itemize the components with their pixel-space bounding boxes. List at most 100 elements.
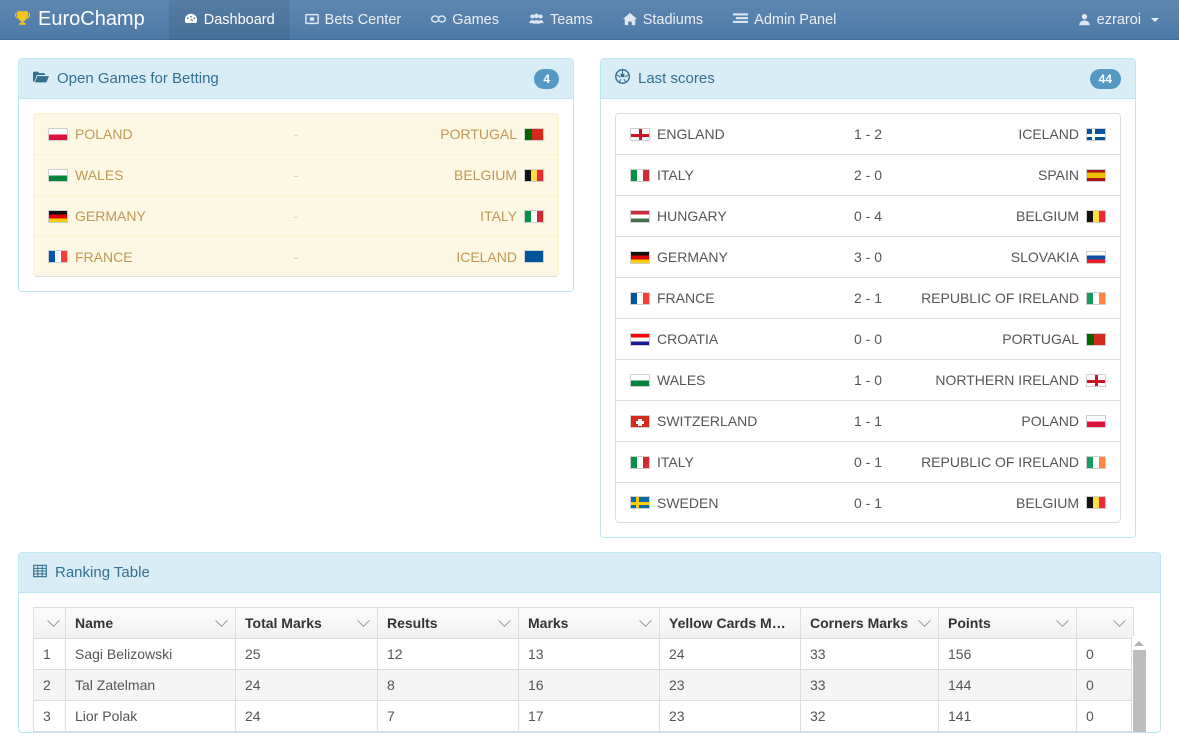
list-item[interactable]: WALES - BELGIUM <box>33 154 559 195</box>
list-item[interactable]: CROATIA 0 - 0 PORTUGAL <box>615 318 1121 359</box>
flag-icon-se <box>630 496 650 509</box>
flag-icon-be <box>1086 209 1106 223</box>
flag-icon-hu <box>630 209 650 223</box>
chevron-down-icon[interactable] <box>215 613 228 627</box>
flag-icon-pt <box>524 127 544 141</box>
away-team-label: POLAND <box>1021 413 1079 429</box>
navbar-right: ezraroi <box>1072 0 1165 40</box>
page-content: Open Games for Betting 4 POLAND - PORTUG… <box>0 40 1179 733</box>
table-row[interactable]: 1 Sagi Belizowski 25 12 13 24 33 156 0 <box>33 638 1134 670</box>
list-item[interactable]: SWEDEN 0 - 1 BELGIUM <box>615 482 1121 523</box>
list-item[interactable]: WALES 1 - 0 NORTHERN IRELAND <box>615 359 1121 400</box>
last-scores-badge: 44 <box>1089 68 1121 89</box>
list-item[interactable]: SWITZERLAND 1 - 1 POLAND <box>615 400 1121 441</box>
panel-title-label: Open Games for Betting <box>57 70 219 87</box>
chevron-down-icon[interactable] <box>47 613 60 627</box>
open-games-panel-title: Open Games for Betting <box>33 70 534 88</box>
list-item[interactable]: GERMANY 3 - 0 SLOVAKIA <box>615 236 1121 277</box>
column-header-marks[interactable]: Marks <box>518 607 660 639</box>
column-header-yellow-cards-marks[interactable]: Yellow Cards Mar... <box>659 607 801 639</box>
score-label: 2 - 0 <box>853 167 882 183</box>
cell-corners-marks: 33 <box>800 669 939 701</box>
column-header-rank[interactable] <box>33 607 66 639</box>
nav-item-games[interactable]: Games <box>416 0 514 40</box>
home-side: HUNGARY <box>630 208 823 224</box>
scroll-up-arrow-icon[interactable] <box>1134 641 1144 646</box>
column-label: Corners Marks <box>810 615 909 631</box>
flag-icon-pl <box>1086 414 1106 428</box>
home-team-label: WALES <box>657 372 706 388</box>
nav-label: Admin Panel <box>754 11 837 28</box>
table-vertical-scrollbar[interactable] <box>1131 636 1146 732</box>
column-header-corners-marks[interactable]: Corners Marks <box>800 607 939 639</box>
cell-name: Sagi Belizowski <box>65 638 236 670</box>
flag-icon-it <box>630 168 650 182</box>
table-row[interactable]: 3 Lior Polak 24 7 17 23 32 141 0 <box>33 700 1134 732</box>
away-side: ICELAND <box>913 126 1106 142</box>
home-team-label: WALES <box>75 167 124 183</box>
away-team-label: PORTUGAL <box>440 126 517 142</box>
home-team-label: ENGLAND <box>657 126 725 142</box>
folder-open-icon <box>33 70 49 88</box>
column-header-points[interactable]: Points <box>938 607 1077 639</box>
nav-item-stadiums[interactable]: Stadiums <box>608 0 718 40</box>
column-label: Points <box>948 615 991 631</box>
chevron-down-icon[interactable] <box>498 613 511 627</box>
home-side: GERMANY <box>48 208 251 224</box>
chevron-down-icon[interactable] <box>918 613 931 627</box>
cell-marks: 13 <box>518 638 660 670</box>
list-item[interactable]: FRANCE - ICELAND <box>33 236 559 277</box>
away-side: NORTHERN IRELAND <box>913 372 1106 388</box>
list-item[interactable]: HUNGARY 0 - 4 BELGIUM <box>615 195 1121 236</box>
dashboard-icon <box>184 12 198 28</box>
chevron-down-icon[interactable] <box>357 613 370 627</box>
cell-total-marks: 24 <box>235 669 378 701</box>
open-games-list: POLAND - PORTUGAL WALES - BELGIUM GERMAN… <box>33 113 559 277</box>
away-team-label: REPUBLIC OF IRELAND <box>921 454 1079 470</box>
flag-icon-de <box>48 209 68 223</box>
score-label: - <box>293 126 299 142</box>
home-side: ITALY <box>630 454 823 470</box>
flag-icon-pt <box>1086 332 1106 346</box>
home-side: FRANCE <box>630 290 823 306</box>
away-side: BELGIUM <box>341 167 544 183</box>
list-item[interactable]: ENGLAND 1 - 2 ICELAND <box>615 113 1121 154</box>
list-item[interactable]: GERMANY - ITALY <box>33 195 559 236</box>
list-item[interactable]: FRANCE 2 - 1 REPUBLIC OF IRELAND <box>615 277 1121 318</box>
away-side: REPUBLIC OF IRELAND <box>913 454 1106 470</box>
flag-icon-de <box>630 250 650 264</box>
flag-icon-be <box>1086 496 1106 509</box>
away-side: SLOVAKIA <box>913 249 1106 265</box>
nav-item-admin-panel[interactable]: Admin Panel <box>718 0 851 40</box>
home-team-label: POLAND <box>75 126 133 142</box>
column-header-total-marks[interactable]: Total Marks <box>235 607 378 639</box>
table-row[interactable]: 2 Tal Zatelman 24 8 16 23 33 144 0 <box>33 669 1134 701</box>
ranking-table-head: Name Total Marks Results Marks Yellow Ca… <box>33 607 1134 639</box>
flag-icon-it <box>630 455 650 469</box>
brand-link[interactable]: EuroChamp <box>14 8 145 31</box>
column-label: Total Marks <box>245 615 322 631</box>
flag-icon-es <box>1086 168 1106 182</box>
top-row: Open Games for Betting 4 POLAND - PORTUG… <box>0 40 1179 538</box>
chevron-down-icon[interactable] <box>1056 613 1069 627</box>
column-header-extra[interactable] <box>1076 607 1134 639</box>
table-header-row: Name Total Marks Results Marks Yellow Ca… <box>33 607 1134 639</box>
chevron-down-icon[interactable] <box>1113 613 1126 627</box>
list-item[interactable]: POLAND - PORTUGAL <box>33 113 559 154</box>
score-label: - <box>293 167 299 183</box>
score-label: 1 - 0 <box>853 372 882 388</box>
column-header-results[interactable]: Results <box>377 607 519 639</box>
nav-item-bets-center[interactable]: Bets Center <box>290 0 417 40</box>
nav-item-dashboard[interactable]: Dashboard <box>168 0 290 40</box>
chevron-down-icon[interactable] <box>639 613 652 627</box>
cell-yellow-cards-marks: 23 <box>659 700 801 732</box>
list-item[interactable]: ITALY 2 - 0 SPAIN <box>615 154 1121 195</box>
away-team-label: BELGIUM <box>1015 494 1079 511</box>
column-header-name[interactable]: Name <box>65 607 236 639</box>
open-games-panel-body: POLAND - PORTUGAL WALES - BELGIUM GERMAN… <box>19 99 573 291</box>
list-item[interactable]: ITALY 0 - 1 REPUBLIC OF IRELAND <box>615 441 1121 482</box>
nav-item-teams[interactable]: Teams <box>514 0 608 40</box>
user-menu-button[interactable]: ezraroi <box>1072 0 1165 40</box>
scrollbar-thumb[interactable] <box>1132 650 1146 732</box>
away-team-label: ITALY <box>480 208 517 224</box>
